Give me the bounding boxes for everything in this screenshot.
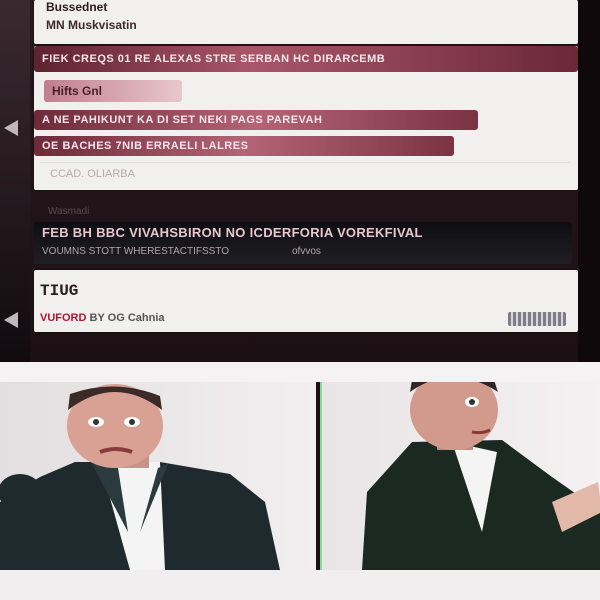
bottom-strip bbox=[0, 570, 600, 600]
article-info-card: TIUG VUFORD BY OG Cahnia bbox=[34, 270, 578, 332]
site-header: Bussednet MN Muskvisatin bbox=[34, 0, 578, 44]
author-link[interactable]: VUFORD bbox=[40, 312, 86, 324]
man-in-suit-illustration bbox=[362, 382, 600, 570]
article-title[interactable]: TIUG bbox=[40, 282, 78, 300]
section-divider bbox=[0, 362, 600, 382]
category-tab[interactable]: Hifts Gnl bbox=[44, 80, 182, 102]
news-ticker[interactable]: FEB BH BBC VIVAHSBIRON NO ICDERFORIA VOR… bbox=[34, 222, 572, 264]
headline-bar[interactable]: FIEK CREQS 01 RE ALEXAS STRE SERBAN HC D… bbox=[34, 46, 578, 72]
link-bar-2[interactable]: OE BACHES 7NIB ERRAELI LALRES bbox=[34, 136, 454, 156]
section-label: Wasmadi bbox=[48, 206, 90, 217]
search-input[interactable]: CCAD. OLIARBA bbox=[40, 162, 570, 184]
publish-info: BY OG Cahnia bbox=[89, 312, 165, 324]
ticker-sub-left: VOUMNS STOTT WHERESTACTIFSSTO bbox=[42, 246, 230, 257]
photo-right[interactable] bbox=[320, 382, 600, 570]
ticker-sub-right: ofvvos bbox=[292, 246, 321, 257]
back-arrow-icon[interactable] bbox=[4, 120, 18, 136]
photo-left[interactable] bbox=[0, 382, 316, 570]
link-bar-1[interactable]: A NE PAHIKUNT KA DI SET NEKI PAGS PAREVA… bbox=[34, 110, 478, 130]
share-buttons-icon[interactable] bbox=[508, 312, 566, 326]
left-window-edge bbox=[0, 0, 30, 362]
ticker-subline: VOUMNS STOTT WHERESTACTIFSSTO ofvvos bbox=[42, 246, 321, 257]
article-meta: VUFORD BY OG Cahnia bbox=[40, 312, 165, 324]
man-in-suit-illustration bbox=[0, 384, 280, 570]
right-window-edge bbox=[578, 0, 600, 362]
site-subtitle: MN Muskvisatin bbox=[46, 18, 137, 32]
back-arrow-icon[interactable] bbox=[4, 312, 18, 328]
article-panel: FIEK CREQS 01 RE ALEXAS STRE SERBAN HC D… bbox=[34, 46, 578, 190]
ticker-headline[interactable]: FEB BH BBC VIVAHSBIRON NO ICDERFORIA VOR… bbox=[42, 225, 423, 240]
site-title[interactable]: Bussednet bbox=[46, 0, 107, 14]
